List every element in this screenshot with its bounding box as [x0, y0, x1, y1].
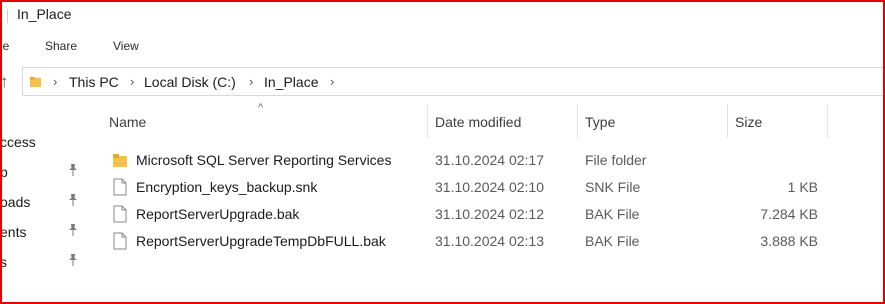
- highlight-border: [0, 0, 885, 304]
